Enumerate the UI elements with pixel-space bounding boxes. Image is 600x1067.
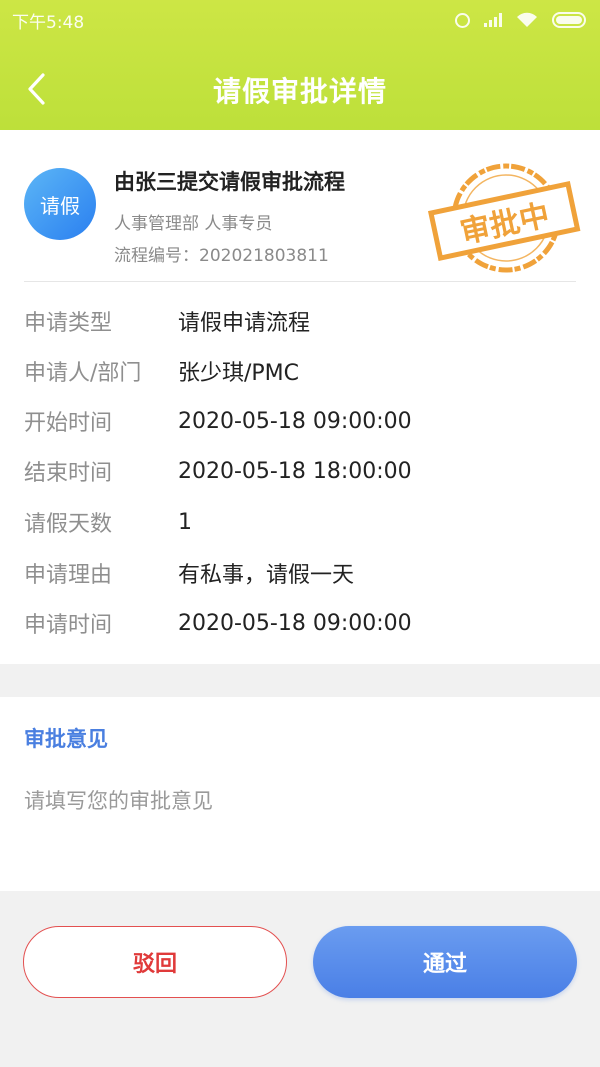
status-bar: 下午5:48 [0,0,600,40]
page-title: 请假审批详情 [212,75,387,108]
approval-status-stamp: 审批中 [427,163,581,273]
opinion-title: 审批意见 [24,727,108,751]
field-row-start-time: 开始时间 2020-05-18 09:00:00 [24,405,412,437]
divider [24,281,576,282]
chevron-left-icon [28,73,45,105]
field-value: 张少琪/PMC [178,361,300,386]
field-row-type: 申请类型 请假申请流程 [24,305,310,337]
field-label: 开始时间 [24,411,113,436]
process-number: 流程编号：202021803811 [114,246,329,266]
field-value: 2020-05-18 09:00:00 [178,610,412,636]
field-label: 申请类型 [24,311,113,336]
status-time: 下午5:48 [12,12,85,33]
wifi-icon [517,12,537,27]
field-label: 请假天数 [24,512,113,537]
approval-opinion-section: 审批意见 [0,697,600,891]
field-value: 请假申请流程 [178,311,311,336]
request-title: 由张三提交请假审批流程 [114,170,345,194]
app-header: 下午5:48 请假审批详情 [0,0,600,130]
field-label: 申请人/部门 [24,361,142,386]
field-row-leave-days: 请假天数 1 [24,506,192,538]
field-row-apply-time: 申请时间 2020-05-18 09:00:00 [24,607,412,639]
approve-button[interactable]: 通过 [313,926,577,998]
request-detail-card: 请假 由张三提交请假审批流程 人事管理部 人事专员 流程编号：202021803… [0,130,600,664]
field-row-end-time: 结束时间 2020-05-18 18:00:00 [24,455,412,487]
reject-button[interactable]: 驳回 [23,926,287,998]
field-row-reason: 申请理由 有私事，请假一天 [24,557,354,589]
battery-icon [552,12,586,28]
navbar: 请假审批详情 [0,50,600,130]
field-label: 申请时间 [24,613,113,638]
field-value: 2020-05-18 18:00:00 [178,458,412,484]
request-department: 人事管理部 人事专员 [114,214,273,234]
field-label: 申请理由 [24,563,113,588]
opinion-input[interactable] [24,781,576,821]
back-button[interactable] [14,64,58,114]
field-value: 1 [178,509,192,535]
status-icons [455,12,586,28]
signal-icon [484,13,502,27]
alarm-icon [455,12,470,28]
field-value: 2020-05-18 09:00:00 [178,408,412,434]
field-row-applicant: 申请人/部门 张少琪/PMC [24,355,299,387]
field-label: 结束时间 [24,461,113,486]
avatar: 请假 [24,168,96,240]
field-value: 有私事，请假一天 [178,563,355,588]
